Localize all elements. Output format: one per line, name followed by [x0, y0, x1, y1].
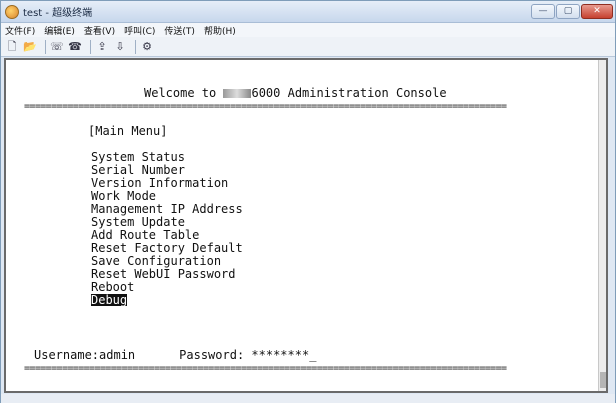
welcome-prefix: Welcome to	[144, 86, 224, 100]
password-input[interactable]: ********_	[251, 348, 316, 362]
menu-item-reboot[interactable]: Reboot	[91, 281, 134, 293]
menu-transfer[interactable]: 传送(T)	[164, 24, 195, 37]
send-icon[interactable]: ⇪	[95, 40, 109, 54]
toolbar-separator	[90, 39, 91, 54]
main-menu-title: [Main Menu]	[88, 124, 168, 138]
welcome-suffix: 6000 Administration Console	[251, 86, 447, 100]
menu-view[interactable]: 查看(V)	[84, 24, 115, 37]
bottom-rule: ========================================…	[24, 363, 507, 374]
menu-item-version-information[interactable]: Version Information	[91, 177, 228, 189]
menu-file[interactable]: 文件(F)	[5, 24, 35, 37]
password-label: Password:	[179, 348, 252, 362]
dial-icon[interactable]: ☎	[68, 40, 82, 54]
menu-item-work-mode[interactable]: Work Mode	[91, 190, 156, 202]
terminal-frame: Welcome to 6000 Administration Console =…	[4, 58, 608, 393]
receive-icon[interactable]: ⇩	[113, 40, 127, 54]
top-rule: ========================================…	[24, 101, 507, 112]
title-bar[interactable]: test - 超级终端 — ▢ ✕	[1, 1, 615, 23]
menu-item-reset-factory-default[interactable]: Reset Factory Default	[91, 242, 243, 254]
minimize-button[interactable]: —	[531, 4, 555, 19]
username-label: Username:admin	[34, 348, 136, 362]
menu-item-add-route-table[interactable]: Add Route Table	[91, 229, 199, 241]
maximize-button[interactable]: ▢	[556, 4, 580, 19]
menu-help[interactable]: 帮助(H)	[204, 24, 236, 37]
menu-item-system-status[interactable]: System Status	[91, 151, 185, 163]
window-controls: — ▢ ✕	[531, 4, 613, 19]
terminal-screen[interactable]: Welcome to 6000 Administration Console =…	[6, 60, 598, 391]
terminal-window: test - 超级终端 — ▢ ✕ 文件(F) 编辑(E) 查看(V) 呼叫(C…	[0, 0, 616, 403]
menu-bar: 文件(F) 编辑(E) 查看(V) 呼叫(C) 传送(T) 帮助(H)	[1, 23, 615, 37]
toolbar-separator	[135, 39, 136, 54]
properties-icon[interactable]: ⚙	[140, 40, 154, 54]
menu-item-system-update[interactable]: System Update	[91, 216, 185, 228]
new-icon[interactable]: 🗋	[5, 40, 19, 54]
close-button[interactable]: ✕	[581, 4, 613, 19]
status-bar	[1, 394, 615, 403]
disconnect-icon[interactable]: ☏	[50, 40, 64, 54]
menu-item-save-configuration[interactable]: Save Configuration	[91, 255, 221, 267]
toolbar: 🗋 📂 ☏ ☎ ⇪ ⇩ ⚙	[1, 37, 615, 57]
scrollbar-thumb[interactable]	[600, 372, 606, 388]
menu-item-debug-selected[interactable]: Debug	[91, 294, 128, 306]
open-icon[interactable]: 📂	[23, 40, 37, 54]
menu-edit[interactable]: 编辑(E)	[44, 24, 75, 37]
vertical-scrollbar[interactable]	[598, 60, 606, 391]
menu-item-reset-webui-password[interactable]: Reset WebUI Password	[91, 268, 236, 280]
window-title: test - 超级终端	[23, 8, 93, 19]
toolbar-separator	[45, 39, 46, 54]
menu-item-management-ip[interactable]: Management IP Address	[91, 203, 243, 215]
menu-item-serial-number[interactable]: Serial Number	[91, 164, 185, 176]
hyperterminal-icon	[5, 4, 19, 19]
menu-call[interactable]: 呼叫(C)	[124, 24, 155, 37]
welcome-line: Welcome to 6000 Administration Console	[144, 87, 447, 99]
redacted-product-name	[223, 89, 252, 98]
login-line: Username:admin Password: ********_	[34, 349, 316, 361]
